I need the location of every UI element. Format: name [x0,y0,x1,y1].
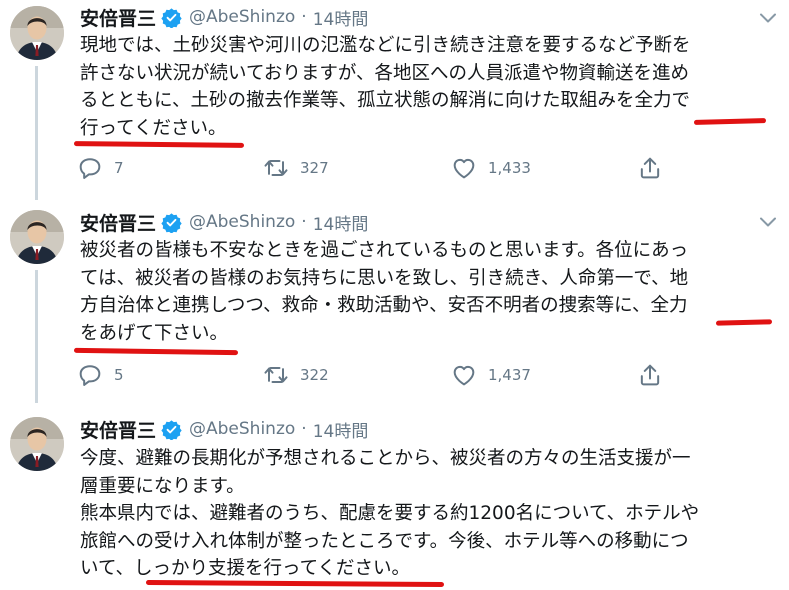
retweet-button[interactable]: 327 [262,153,329,183]
author-handle[interactable]: @AbeShinzo [189,419,295,439]
chevron-down-icon[interactable] [756,6,780,30]
retweet-button[interactable]: 322 [262,360,329,390]
heart-icon [453,158,475,179]
avatar[interactable] [10,210,64,264]
like-button[interactable]: 1,433 [450,153,531,183]
verified-badge-icon [161,419,182,440]
tweet-header: 安倍晋三 @AbeShinzo · 14時間 [80,207,368,237]
separator-dot: · [301,419,307,439]
verified-badge-icon [161,212,182,233]
retweet-count: 322 [300,366,329,384]
reply-button[interactable]: 7 [76,153,124,183]
text-line: 許さない状況が続いておりますが、各地区への人員派遣や物資輸送を進め [80,62,690,84]
heart-icon [453,365,475,386]
separator-dot: · [301,7,307,27]
avatar[interactable] [10,6,64,60]
separator-dot: · [301,212,307,232]
verified-badge-icon [161,7,182,28]
reply-count: 5 [114,366,124,384]
reply-icon [79,158,101,179]
retweet-icon [264,160,288,176]
tweet-header: 安倍晋三 @AbeShinzo · 14時間 [80,2,368,32]
text-line: 行ってください。 [80,117,227,139]
text-line: ては、被災者の皆様のお気持ちに思いを致し、引き続き、人命第一で、地 [80,267,689,289]
text-line: いて、しっかり支援を行ってください。 [80,558,411,579]
timestamp[interactable]: 14時間 [313,417,369,442]
tweet-header: 安倍晋三 @AbeShinzo · 14時間 [80,414,368,444]
timestamp[interactable]: 14時間 [313,5,369,30]
tweet[interactable]: 安倍晋三 @AbeShinzo · 14時間 今度、避難の長期化が予想されること… [0,403,789,590]
share-icon [640,364,660,386]
profile-photo-icon [10,6,64,60]
like-count: 1,433 [488,159,531,177]
author-name[interactable]: 安倍晋三 [80,4,156,31]
share-button[interactable] [636,153,664,183]
tweet[interactable]: 安倍晋三 @AbeShinzo · 14時間 現地では、土砂災害や河川の氾濫など… [0,0,789,200]
retweet-count: 327 [300,159,329,177]
avatar[interactable] [10,417,64,471]
text-line: 現地では、土砂災害や河川の氾濫などに引き続き注意を要するなど予断を [80,35,691,56]
text-line: 旅館への受け入れ体制が整ったところです。今後、ホテル等への移動につ [80,530,689,552]
chevron-down-icon[interactable] [756,210,780,234]
text-line: をあげて下さい。 [80,322,229,344]
reply-icon [79,365,101,386]
text-line: 方自治体と連携しつつ、救命・救助活動や、安否不明者の捜索等に、全力 [80,295,688,316]
red-underline-mark [73,347,239,356]
action-bar: 5 322 1,437 [76,360,676,390]
author-handle[interactable]: @AbeShinzo [189,212,295,232]
text-line: 熊本県内では、避難者のうち、配慮を要する約1200名について、ホテルや [80,503,700,524]
like-count: 1,437 [488,366,531,384]
share-icon [640,157,660,179]
tweet[interactable]: 安倍晋三 @AbeShinzo · 14時間 被災者の皆様も不安なときを過ごされ… [0,200,789,403]
author-name[interactable]: 安倍晋三 [80,209,156,236]
red-underline-mark [145,579,445,588]
author-name[interactable]: 安倍晋三 [80,416,156,443]
like-button[interactable]: 1,437 [450,360,531,390]
profile-photo-icon [10,210,64,264]
thread-connector [35,270,38,403]
text-line: 層重要になります。 [80,475,245,497]
retweet-icon [264,367,288,383]
reply-count: 7 [114,159,124,177]
share-button[interactable] [636,360,664,390]
text-line: るとともに、土砂の撤去作業等、孤立状態の解消に向けた取組みを全力で [80,90,690,111]
thread-connector [35,66,38,200]
red-underline-mark [73,141,245,148]
tweet-text: 現地では、土砂災害や河川の氾濫などに引き続き注意を要するなど予断を 許さない状況… [80,32,780,142]
tweet-text: 今度、避難の長期化が予想されることから、被災者の方々の生活支援が一 層重要になり… [80,445,780,583]
text-line: 今度、避難の長期化が予想されることから、被災者の方々の生活支援が一 [80,448,691,469]
text-line: 被災者の皆様も不安なときを過ごされているものと思います。各位にあっ [80,240,689,261]
profile-photo-icon [10,417,64,471]
author-handle[interactable]: @AbeShinzo [189,7,295,27]
timestamp[interactable]: 14時間 [313,210,369,235]
reply-button[interactable]: 5 [76,360,124,390]
tweet-text: 被災者の皆様も不安なときを過ごされているものと思います。各位にあっ ては、被災者… [80,237,780,347]
action-bar: 7 327 1,433 [76,153,676,183]
